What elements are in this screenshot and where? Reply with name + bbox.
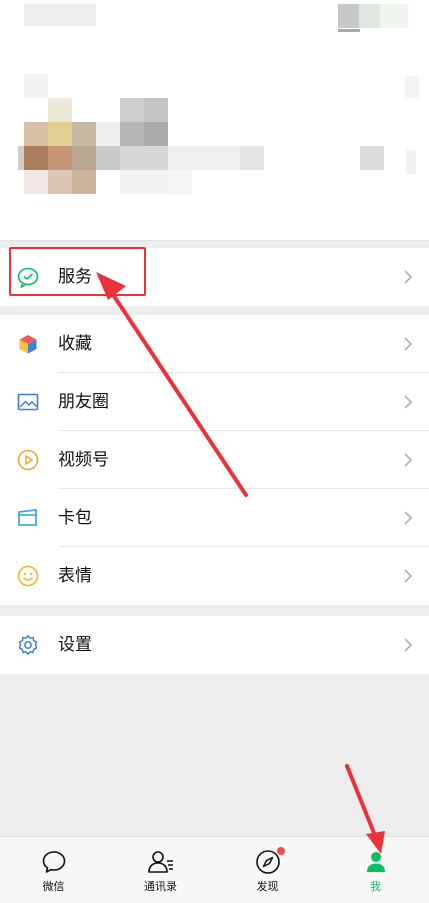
tab-contacts[interactable]: 通讯录 xyxy=(107,837,214,903)
status-underline xyxy=(338,29,360,32)
menu-item-label: 视频号 xyxy=(58,450,109,470)
favorites-cube-icon xyxy=(17,333,39,355)
pixelated-corner xyxy=(405,76,419,98)
chevron-right-icon xyxy=(406,150,416,174)
annotation-highlight-box xyxy=(9,247,146,296)
chat-bubble-icon xyxy=(42,851,65,873)
qr-code-icon[interactable] xyxy=(360,146,384,170)
chevron-right-icon xyxy=(403,568,413,584)
chevron-right-icon xyxy=(403,452,413,468)
menu-item-stickers[interactable]: 表情 xyxy=(0,547,429,605)
menu-item-moments[interactable]: 朋友圈 xyxy=(0,373,429,431)
pixelated-name xyxy=(24,4,96,26)
menu-item-label: 卡包 xyxy=(58,508,92,528)
chevron-right-icon xyxy=(403,269,413,285)
sticker-smile-icon xyxy=(17,565,39,587)
chevron-right-icon xyxy=(403,637,413,653)
chevron-right-icon xyxy=(403,394,413,410)
menu-item-settings[interactable]: 设置 xyxy=(0,616,429,674)
bottom-tab-bar: 微信 通讯录 发现 我 xyxy=(0,836,429,903)
menu-item-label: 朋友圈 xyxy=(58,392,109,412)
menu-item-favorites[interactable]: 收藏 xyxy=(0,315,429,373)
chevron-right-icon xyxy=(403,510,413,526)
menu-item-channels[interactable]: 视频号 xyxy=(0,431,429,489)
tab-label: 微信 xyxy=(42,880,65,893)
menu-item-label: 设置 xyxy=(58,635,92,655)
tab-label: 我 xyxy=(370,880,381,893)
person-icon xyxy=(366,852,385,872)
gear-icon xyxy=(17,634,39,656)
channels-play-icon xyxy=(17,449,39,471)
tab-me[interactable]: 我 xyxy=(322,837,429,903)
card-wallet-icon xyxy=(17,507,39,529)
profile-header[interactable] xyxy=(0,0,429,241)
tab-discover[interactable]: 发现 xyxy=(214,837,321,903)
tab-label: 发现 xyxy=(256,880,279,893)
menu-item-card-wallet[interactable]: 卡包 xyxy=(0,489,429,547)
menu-item-label: 表情 xyxy=(58,566,92,586)
pixelated-status xyxy=(338,4,408,28)
chevron-right-icon xyxy=(403,336,413,352)
notification-dot xyxy=(277,847,285,855)
tab-chats[interactable]: 微信 xyxy=(0,837,107,903)
moments-photo-icon xyxy=(17,391,39,413)
tab-label: 通讯录 xyxy=(144,880,177,893)
menu-item-label: 收藏 xyxy=(58,334,92,354)
contacts-icon xyxy=(147,851,173,873)
feature-group: 收藏 朋友圈 视频号 卡包 表情 xyxy=(0,315,429,605)
arrow-to-me-tab xyxy=(345,764,378,840)
settings-group: 设置 xyxy=(0,616,429,674)
